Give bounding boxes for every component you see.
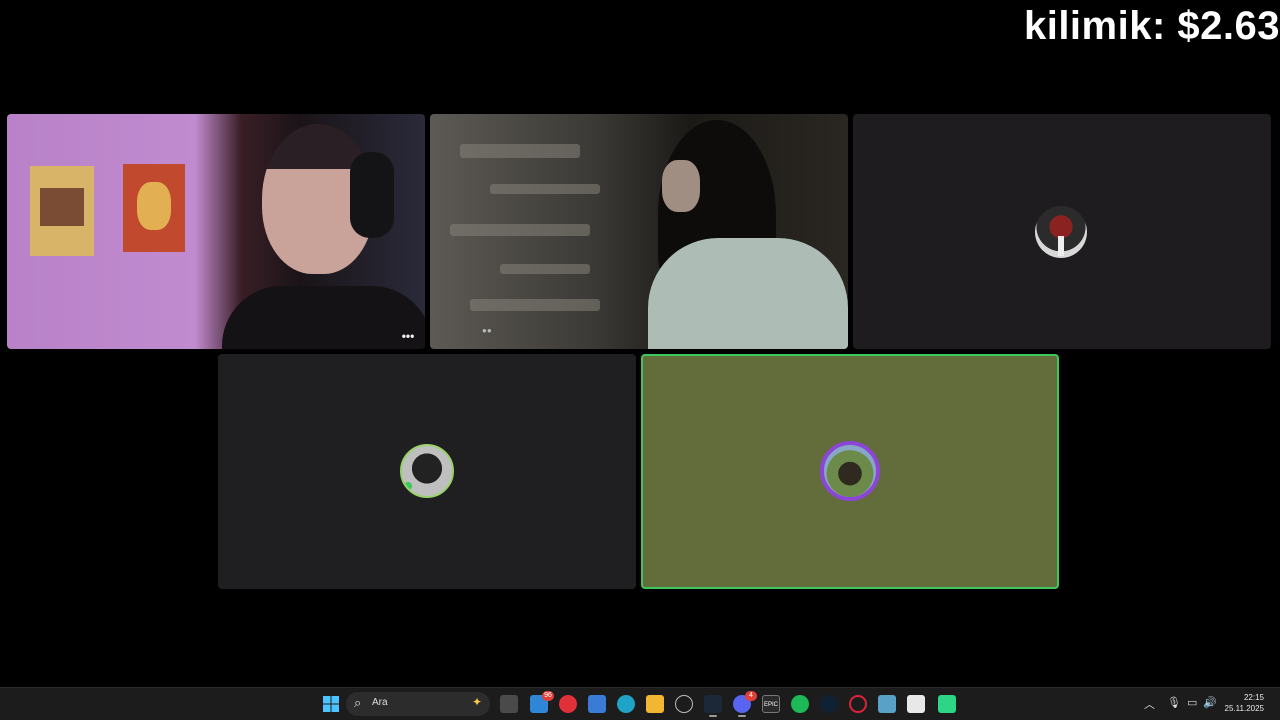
- taskbar-search-box[interactable]: ⌕ Ara ✦: [346, 692, 490, 716]
- epic-games-icon[interactable]: EPIC: [762, 695, 780, 713]
- discord-icon[interactable]: 4: [733, 691, 757, 717]
- volume-icon[interactable]: 🔊: [1203, 696, 1217, 709]
- system-clock[interactable]: 22:15 25.11.2025: [1225, 692, 1264, 714]
- app-icon[interactable]: [820, 695, 838, 713]
- windows-start-icon[interactable]: [322, 695, 340, 713]
- spotify-icon[interactable]: [791, 695, 809, 713]
- chevron-up-icon[interactable]: ︿: [1144, 696, 1155, 712]
- mail-badge: 96: [542, 691, 554, 701]
- search-placeholder: Ara: [372, 697, 388, 708]
- discord-badge: 4: [745, 691, 757, 701]
- video-tile-participant-1[interactable]: •••: [7, 114, 425, 349]
- opera-icon[interactable]: [849, 695, 867, 713]
- video-tile-active-speaker[interactable]: [641, 354, 1059, 589]
- windows-taskbar: ⌕ Ara ✦ 96 4 EPIC ︿ 🎙 ▭ 🔊 22:15 25.11.20…: [0, 687, 1280, 720]
- video-tile-participant-4[interactable]: [218, 354, 636, 589]
- copilot-sparkle-icon: ✦: [471, 695, 482, 709]
- stream-overlay-title: kilimik: $2.63: [1023, 4, 1280, 48]
- more-options-button[interactable]: •••: [399, 329, 417, 343]
- clock-time: 22:15: [1243, 693, 1264, 702]
- store-icon[interactable]: [588, 695, 606, 713]
- clock-date: 25.11.2025: [1224, 704, 1264, 713]
- opera-gx-icon[interactable]: [559, 695, 577, 713]
- participant-video: [222, 116, 425, 349]
- file-explorer-icon[interactable]: [646, 695, 664, 713]
- network-icon[interactable]: ▭: [1187, 696, 1197, 709]
- edge-icon[interactable]: [617, 695, 635, 713]
- task-view-icon[interactable]: [500, 695, 518, 713]
- network-app-icon[interactable]: [878, 695, 896, 713]
- video-indicator: ●●: [482, 326, 492, 335]
- steam-icon[interactable]: [704, 695, 722, 717]
- participant-avatar: [400, 444, 454, 498]
- mail-icon[interactable]: 96: [530, 691, 554, 713]
- video-tile-participant-3[interactable]: [853, 114, 1271, 349]
- participant-avatar: [1035, 206, 1087, 258]
- wall-poster: [123, 164, 185, 252]
- video-tile-participant-2[interactable]: ●●: [430, 114, 848, 349]
- participant-video: [620, 118, 848, 349]
- participant-avatar: [820, 441, 880, 501]
- microphone-icon[interactable]: 🎙: [1167, 696, 1181, 709]
- wall-poster: [30, 166, 94, 256]
- snipping-tool-icon[interactable]: [907, 695, 925, 713]
- search-icon: ⌕: [354, 695, 362, 710]
- game-icon[interactable]: [938, 695, 956, 713]
- clock-app-icon[interactable]: [675, 695, 693, 713]
